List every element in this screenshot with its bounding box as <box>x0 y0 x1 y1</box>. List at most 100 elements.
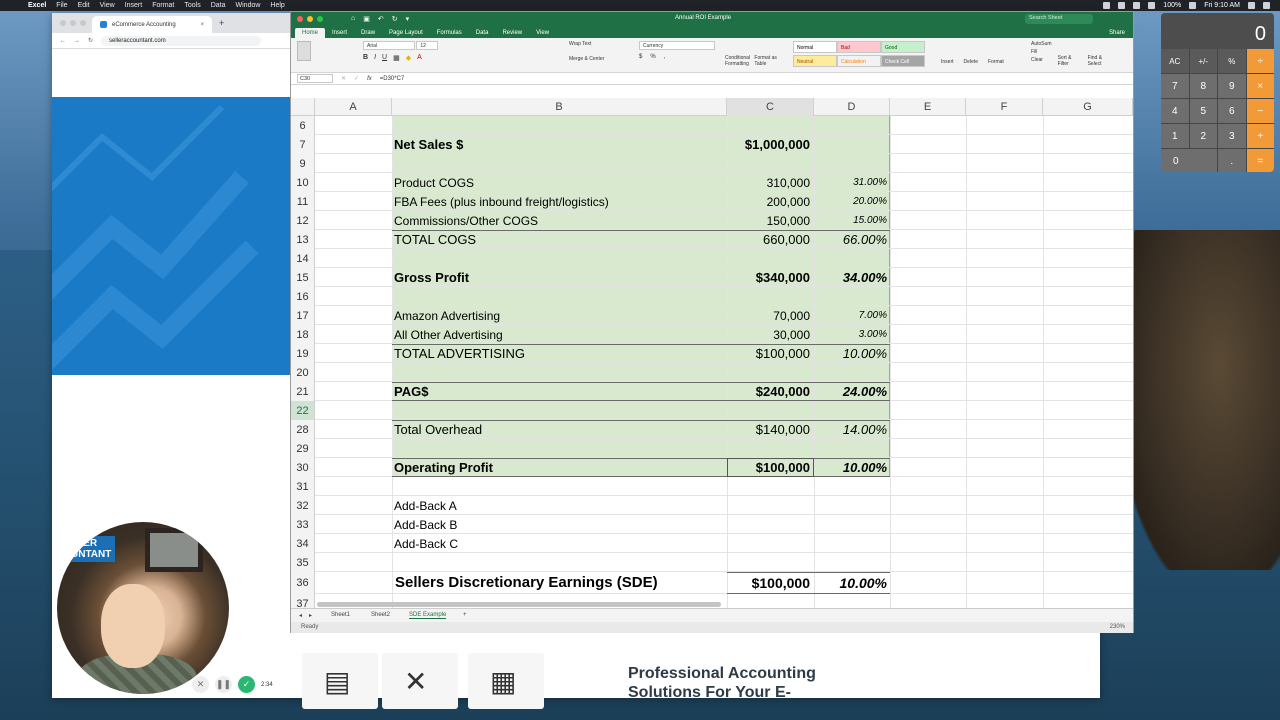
sort-filter-button[interactable]: Sort & Filter <box>1058 41 1082 67</box>
calc-key-sign[interactable]: +/- <box>1189 49 1217 73</box>
menu-view[interactable]: View <box>100 2 115 9</box>
tab-home[interactable]: Home <box>295 28 326 38</box>
row-header[interactable]: 35 <box>291 553 315 572</box>
menu-help[interactable]: Help <box>270 2 284 9</box>
menu-format[interactable]: Format <box>152 2 174 9</box>
sheet-tab[interactable]: Sheet1 <box>331 612 350 618</box>
back-icon[interactable]: ← <box>60 38 66 44</box>
merge-center-button[interactable]: Merge & Center <box>569 56 604 62</box>
underline-button[interactable]: U <box>382 54 387 62</box>
cell-label[interactable]: Product COGS <box>394 176 474 190</box>
cell-label[interactable]: All Other Advertising <box>394 328 503 342</box>
cell-amount[interactable]: $340,000 <box>756 270 810 285</box>
calc-key-minus[interactable]: − <box>1246 99 1274 123</box>
home-icon[interactable]: ⌂ <box>351 15 355 23</box>
row-header[interactable]: 16 <box>291 287 315 306</box>
menu-data[interactable]: Data <box>211 2 226 9</box>
menu-file[interactable]: File <box>56 2 67 9</box>
cell-amount[interactable]: $100,000 <box>756 346 810 361</box>
row-header[interactable]: 15 <box>291 268 315 287</box>
calc-key-multiply[interactable]: × <box>1246 74 1274 98</box>
customize-icon[interactable]: ▾ <box>406 15 410 23</box>
table-row[interactable]: 35 <box>291 553 1133 572</box>
fill-button[interactable]: Fill <box>1031 49 1052 55</box>
row-header[interactable]: 22 <box>291 401 315 420</box>
cell-label[interactable]: Gross Profit <box>394 270 469 285</box>
spotlight-icon[interactable] <box>1248 2 1255 9</box>
calc-key-clear[interactable]: AC <box>1161 49 1189 73</box>
redo-icon[interactable]: ↻ <box>392 15 398 23</box>
calc-key-four[interactable]: 4 <box>1161 99 1189 123</box>
battery-percent[interactable]: 100% <box>1163 2 1181 9</box>
table-row[interactable]: 12 Commissions/Other COGS 150,000 15.00% <box>291 211 1133 230</box>
clear-button[interactable]: Clear <box>1031 57 1052 63</box>
table-row[interactable]: 32 Add-Back A <box>291 496 1133 515</box>
table-row[interactable]: 36 Sellers Discretionary Earnings (SDE) $1… <box>291 572 1133 594</box>
table-row[interactable]: 17 Amazon Advertising 70,000 7.00% <box>291 306 1133 325</box>
cell-percent[interactable]: 66.00% <box>843 232 887 247</box>
add-sheet-button[interactable]: + <box>463 612 467 618</box>
table-row[interactable]: 19 TOTAL ADVERTISING $100,000 10.00% <box>291 344 1133 363</box>
menubar-clock[interactable]: Fri 9:10 AM <box>1204 2 1240 9</box>
formula-input[interactable]: =D30*C7 <box>380 76 405 82</box>
cell-label[interactable]: Add-Back B <box>394 518 457 532</box>
row-header[interactable]: 9 <box>291 154 315 173</box>
menu-tools[interactable]: Tools <box>184 2 200 9</box>
tab-view[interactable]: View <box>529 28 556 38</box>
address-bar[interactable]: selleraccountant.com <box>101 35 262 46</box>
cell-label[interactable]: Operating Profit <box>394 460 493 475</box>
insert-cells-button[interactable]: Insert <box>941 41 954 65</box>
row-header[interactable]: 14 <box>291 249 315 268</box>
cell-label[interactable]: FBA Fees (plus inbound freight/logistics… <box>394 195 609 209</box>
menu-edit[interactable]: Edit <box>78 2 90 9</box>
column-header-c[interactable]: C <box>727 98 814 116</box>
column-header-f[interactable]: F <box>966 98 1043 116</box>
table-row[interactable]: 21 PAG$ $240,000 24.00% <box>291 382 1133 401</box>
table-row[interactable]: 20 <box>291 363 1133 382</box>
column-header-g[interactable]: G <box>1043 98 1133 116</box>
table-row[interactable]: 28 Total Overhead $140,000 14.00% <box>291 420 1133 439</box>
calc-key-five[interactable]: 5 <box>1189 99 1217 123</box>
table-row[interactable]: 6 <box>291 116 1133 135</box>
italic-button[interactable]: I <box>374 54 376 62</box>
calc-key-nine[interactable]: 9 <box>1218 74 1246 98</box>
cell-percent[interactable]: 24.00% <box>843 384 887 399</box>
calc-key-two[interactable]: 2 <box>1189 124 1217 148</box>
spreadsheet-grid[interactable]: ABCDEFG 6 7 Net Sales $ $1,000,000 9 10 Produc… <box>291 98 1133 608</box>
column-header-e[interactable]: E <box>890 98 966 116</box>
row-header[interactable]: 36 <box>291 572 315 594</box>
name-box[interactable]: C30 <box>297 74 333 83</box>
tab-formulas[interactable]: Formulas <box>430 28 469 38</box>
zoom-window-button[interactable] <box>317 16 323 22</box>
horizontal-scrollbar[interactable] <box>317 602 721 607</box>
font-color-icon[interactable]: A <box>417 54 422 62</box>
calc-key-percent[interactable]: % <box>1218 49 1246 73</box>
cell-label[interactable]: Add-Back C <box>394 537 458 551</box>
row-header[interactable]: 33 <box>291 515 315 534</box>
row-header[interactable]: 32 <box>291 496 315 515</box>
cancel-recording-button[interactable]: ✕ <box>192 676 209 693</box>
cell-label[interactable]: TOTAL ADVERTISING <box>394 346 525 361</box>
style-neutral[interactable]: Neutral <box>793 55 837 67</box>
column-header-b[interactable]: B <box>392 98 727 116</box>
tab-data[interactable]: Data <box>469 28 496 38</box>
calc-key-equals[interactable]: = <box>1246 149 1274 172</box>
cell-percent[interactable]: 14.00% <box>843 422 887 437</box>
save-icon[interactable]: ▣ <box>363 15 370 23</box>
table-row[interactable]: 31 <box>291 477 1133 496</box>
row-header[interactable]: 29 <box>291 439 315 458</box>
table-row[interactable]: 9 <box>291 154 1133 173</box>
table-row[interactable]: 22 <box>291 401 1133 420</box>
close-window-button[interactable] <box>297 16 303 22</box>
cell-percent[interactable]: 10.00% <box>840 575 887 591</box>
cell-percent[interactable]: 20.00% <box>853 196 887 207</box>
cell-amount[interactable]: $100,000 <box>752 575 810 591</box>
table-row[interactable]: 30 Operating Profit $100,000 10.00% <box>291 458 1133 477</box>
status-icon[interactable] <box>1118 2 1126 9</box>
row-header[interactable]: 7 <box>291 135 315 154</box>
find-select-button[interactable]: Find & Select <box>1088 41 1112 67</box>
format-cells-button[interactable]: Format <box>988 41 1004 65</box>
cell-percent[interactable]: 7.00% <box>859 310 887 321</box>
table-row[interactable]: 16 <box>291 287 1133 306</box>
sheet-tab[interactable]: Sheet2 <box>371 612 390 618</box>
